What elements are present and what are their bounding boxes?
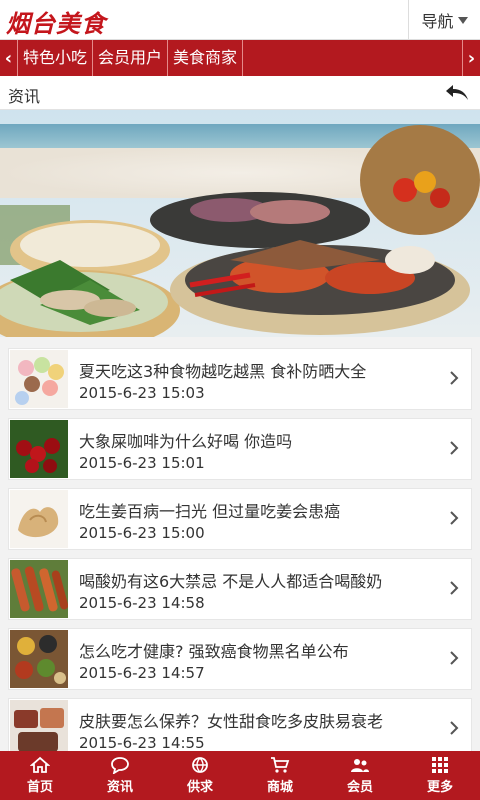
chevron-right-icon [450,651,459,665]
tab-home[interactable]: 首页 [0,751,80,800]
nav-menu-label: 导航 [421,12,454,31]
category-tab-merchants[interactable]: 美食商家 [168,40,244,76]
news-date: 2015-6-23 14:55 [79,734,205,752]
tab-label: 资讯 [106,780,133,795]
news-date: 2015-6-23 14:58 [79,594,205,612]
section-title: 资讯 [8,87,41,106]
scroll-right-arrow-icon[interactable]: › [462,40,480,76]
home-icon [30,756,50,773]
globe-icon [192,757,208,773]
users-icon [351,759,369,772]
chat-icon [111,757,129,774]
caret-down-icon [457,16,468,24]
news-thumbnail [10,420,68,478]
news-date: 2015-6-23 15:01 [79,454,205,472]
tab-more[interactable]: 更多 [400,751,480,800]
list-item[interactable]: 喝酸奶有这6大禁忌 不是人人都适合喝酸奶 2015-6-23 14:58 [8,558,472,620]
news-date: 2015-6-23 15:00 [79,524,205,542]
news-title: 夏天吃这3种食物越吃越黑 食补防晒大全 [79,362,367,381]
chevron-right-icon [450,371,459,385]
tab-label: 供求 [186,780,213,795]
grid-icon [432,757,448,773]
site-logo[interactable]: 烟台美食 [6,4,106,39]
news-thumbnail [10,700,68,758]
news-title: 吃生姜百病一扫光 但过量吃姜会患癌 [79,502,341,521]
category-tab-snacks[interactable]: 特色小吃 [18,40,94,76]
list-item[interactable]: 怎么吃才健康? 强致癌食物黑名单公布 2015-6-23 14:57 [8,628,472,690]
chevron-right-icon [450,441,459,455]
back-arrow-icon[interactable] [444,82,470,104]
news-title: 大象屎咖啡为什么好喝 你造吗 [79,432,293,451]
tab-news[interactable]: 资讯 [80,751,160,800]
list-item[interactable]: 夏天吃这3种食物越吃越黑 食补防晒大全 2015-6-23 15:03 [8,348,472,410]
scroll-left-arrow-icon[interactable]: ‹ [0,40,18,76]
tab-supply[interactable]: 供求 [160,751,240,800]
chevron-right-icon [450,581,459,595]
news-date: 2015-6-23 14:57 [79,664,205,682]
cart-icon [271,757,290,773]
category-tab-members[interactable]: 会员用户 [93,40,169,76]
tab-mall[interactable]: 商城 [240,751,320,800]
bottom-tab-bar: 首页 资讯 供求 商城 会员 更多 [0,751,480,800]
news-thumbnail [10,350,68,408]
chevron-right-icon [450,721,459,735]
news-date: 2015-6-23 15:03 [79,384,205,402]
news-thumbnail [10,560,68,618]
news-title: 怎么吃才健康? 强致癌食物黑名单公布 [79,642,349,661]
banner-image[interactable] [0,110,480,337]
tab-label: 更多 [426,780,453,795]
tab-label: 会员 [346,780,373,795]
section-header: 资讯 [0,76,480,110]
nav-menu-button[interactable]: 导航 [408,0,480,40]
tab-members[interactable]: 会员 [320,751,400,800]
category-bar: ‹ 特色小吃 会员用户 美食商家 › [0,40,480,76]
news-title: 喝酸奶有这6大禁忌 不是人人都适合喝酸奶 [79,572,383,591]
chevron-right-icon [450,511,459,525]
tab-label: 首页 [26,780,53,795]
top-bar: 烟台美食 导航 [0,0,480,40]
news-thumbnail [10,490,68,548]
tab-label: 商城 [266,780,293,795]
list-item[interactable]: 大象屎咖啡为什么好喝 你造吗 2015-6-23 15:01 [8,418,472,480]
news-thumbnail [10,630,68,688]
list-item[interactable]: 吃生姜百病一扫光 但过量吃姜会患癌 2015-6-23 15:00 [8,488,472,550]
news-title: 皮肤要怎么保养？女性甜食吃多皮肤易衰老 [79,712,384,731]
